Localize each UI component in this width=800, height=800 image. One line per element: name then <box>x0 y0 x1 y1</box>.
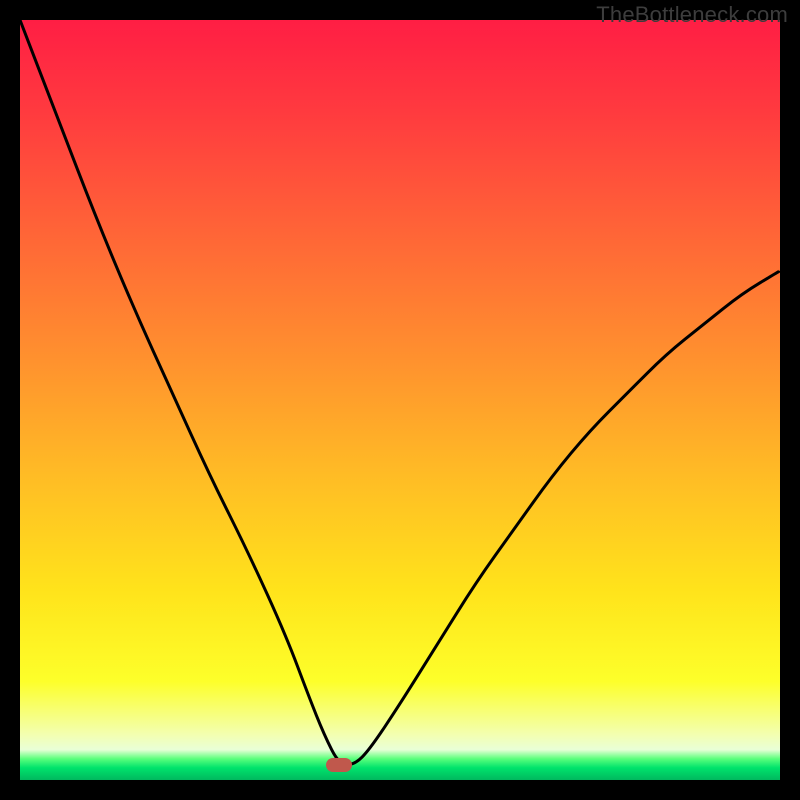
curve-path <box>20 20 780 765</box>
watermark-text: TheBottleneck.com <box>596 2 788 28</box>
bottleneck-curve <box>20 20 780 780</box>
plot-area <box>20 20 780 780</box>
optimal-marker <box>326 758 352 772</box>
chart-frame: TheBottleneck.com <box>0 0 800 800</box>
